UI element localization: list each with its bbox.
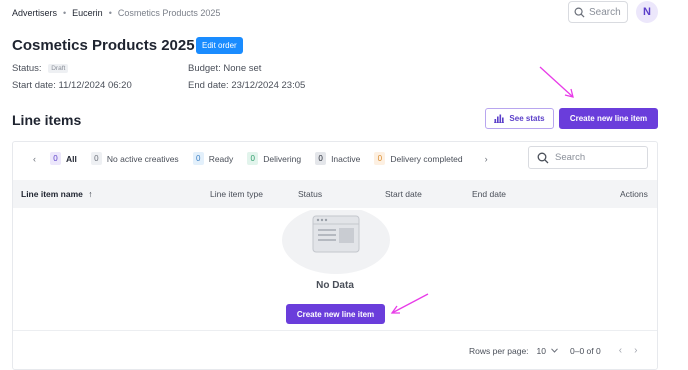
- status-row: Status: Draft: [12, 63, 69, 74]
- pagination: Rows per page: 10 0–0 of 0 ‹ ›: [469, 345, 637, 356]
- breadcrumb-eucerin[interactable]: Eucerin: [72, 8, 103, 18]
- search-icon: [574, 7, 585, 18]
- see-stats-button[interactable]: See stats: [485, 108, 554, 129]
- line-items-panel: ‹ 0 All 0 No active creatives 0 Ready 0 …: [12, 141, 658, 370]
- rows-per-page-value: 10: [536, 345, 547, 356]
- empty-state-illustration: [282, 210, 390, 274]
- table-header: Line item name ↑ Line item type Status S…: [13, 180, 657, 208]
- bar-chart-icon: [494, 114, 505, 123]
- budget-row: Budget: None set: [188, 63, 261, 74]
- chevron-right-icon[interactable]: ›: [485, 154, 488, 164]
- column-status: Status: [298, 189, 323, 199]
- column-start-date: Start date: [385, 189, 422, 199]
- column-end-date: End date: [472, 189, 507, 199]
- tab-count: 0: [90, 152, 102, 165]
- status-tabs: ‹ 0 All 0 No active creatives 0 Ready 0 …: [33, 152, 488, 165]
- tab-count: 0: [50, 152, 61, 165]
- tab-label: Ready: [208, 153, 234, 164]
- tab-count: 0: [374, 152, 386, 165]
- tab-count: 0: [247, 152, 259, 165]
- end-date-row: End date: 23/12/2024 23:05: [188, 80, 305, 91]
- tab-count: 0: [315, 152, 327, 165]
- page-title: Cosmetics Products 2025: [12, 37, 195, 54]
- start-date-row: Start date: 11/12/2024 06:20: [12, 80, 132, 91]
- tab-label: Inactive: [331, 153, 361, 164]
- tab-label: Delivering: [263, 153, 302, 164]
- annotation-arrow-top: [539, 66, 574, 98]
- start-date-value: 11/12/2024 06:20: [58, 80, 132, 91]
- avatar[interactable]: N: [636, 1, 658, 23]
- column-label: Line item name: [21, 189, 83, 199]
- search-placeholder: Search: [555, 152, 586, 163]
- chevron-left-icon[interactable]: ‹: [33, 154, 36, 164]
- breadcrumb-separator: •: [63, 8, 67, 18]
- tab-count: 0: [192, 152, 204, 165]
- sort-arrow-up-icon: ↑: [88, 189, 93, 199]
- tab-all[interactable]: 0 All: [50, 152, 77, 165]
- tab-inactive[interactable]: 0 Inactive: [315, 152, 360, 165]
- breadcrumb-separator: •: [108, 8, 112, 18]
- budget-value: None set: [223, 63, 262, 74]
- pagination-range: 0–0 of 0: [570, 345, 601, 356]
- tab-label: Delivery completed: [390, 153, 463, 164]
- start-date-label: Start date:: [12, 80, 56, 91]
- divider: [13, 330, 657, 331]
- next-page-icon[interactable]: ›: [634, 345, 637, 356]
- rows-per-page-select[interactable]: 10: [537, 346, 558, 356]
- tab-label: All: [66, 153, 77, 164]
- breadcrumb-advertisers[interactable]: Advertisers: [12, 8, 57, 18]
- budget-label: Budget:: [188, 63, 221, 74]
- status-badge: Draft: [48, 63, 69, 73]
- end-date-value: 23/12/2024 23:05: [231, 80, 306, 91]
- column-line-item-type: Line item type: [210, 189, 263, 199]
- tab-delivering[interactable]: 0 Delivering: [247, 152, 301, 165]
- breadcrumb-current: Cosmetics Products 2025: [117, 8, 221, 18]
- tab-label: No active creatives: [106, 153, 179, 164]
- search-placeholder: Search: [589, 6, 621, 18]
- column-line-item-name[interactable]: Line item name ↑: [21, 189, 93, 199]
- see-stats-label: See stats: [509, 114, 545, 123]
- breadcrumb: Advertisers • Eucerin • Cosmetics Produc…: [12, 8, 220, 18]
- tab-no-active-creatives[interactable]: 0 No active creatives: [90, 152, 179, 165]
- search-icon: [537, 152, 549, 163]
- create-line-item-button[interactable]: Create new line item: [559, 108, 658, 129]
- edit-order-button[interactable]: Edit order: [196, 37, 243, 54]
- rows-per-page-label: Rows per page:: [469, 345, 529, 356]
- section-title: Line items: [12, 112, 82, 128]
- tab-ready[interactable]: 0 Ready: [192, 152, 234, 165]
- previous-page-icon[interactable]: ‹: [619, 345, 622, 356]
- empty-create-line-item-button[interactable]: Create new line item: [286, 304, 385, 324]
- global-search-input[interactable]: Search: [568, 1, 628, 23]
- line-items-search-input[interactable]: Search: [528, 146, 648, 169]
- empty-state-text: No Data: [316, 280, 354, 291]
- chevron-down-icon: [551, 348, 558, 353]
- end-date-label: End date:: [188, 80, 229, 91]
- column-actions: Actions: [620, 189, 648, 199]
- status-label: Status:: [12, 63, 42, 74]
- tab-delivery-completed[interactable]: 0 Delivery completed: [374, 152, 463, 165]
